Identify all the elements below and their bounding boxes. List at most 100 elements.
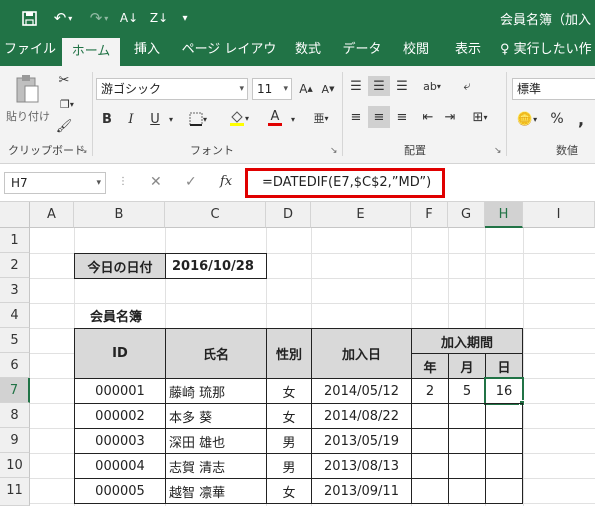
tab-view[interactable]: 表示 [446,36,490,66]
undo-icon[interactable]: ↶ ▾ [48,6,78,30]
member-gender-cell[interactable]: 女 [266,478,312,504]
member-name-cell[interactable]: 藤崎 琉那 [165,378,267,404]
member-years-cell[interactable] [411,403,449,429]
number-format-combo[interactable]: 標準 [512,78,595,100]
underline-dropdown-icon[interactable]: ▾ [166,108,176,130]
tab-page-layout[interactable]: ページ レイアウト [176,36,282,85]
align-center-icon[interactable]: ≡ [368,106,390,128]
row-header[interactable]: 5 [0,328,30,353]
member-join-date-cell[interactable]: 2013/08/13 [311,453,412,479]
row-header[interactable]: 10 [0,453,30,478]
member-months-cell[interactable]: 5 [448,378,486,404]
grow-font-icon[interactable]: A ▲ [296,78,316,100]
clipboard-launcher-icon[interactable]: ↘ [80,146,88,156]
row-header[interactable]: 2 [0,253,30,278]
member-id-cell[interactable]: 000001 [74,378,166,404]
column-header-selected[interactable]: H [485,202,523,228]
row-header[interactable]: 3 [0,278,30,303]
name-box[interactable]: H7 ▾ [4,172,106,194]
comma-style-button[interactable]: , [572,108,590,130]
enter-icon[interactable]: ✓ [185,174,197,190]
wrap-text-icon[interactable]: ⤶ [456,76,478,96]
member-years-cell[interactable] [411,478,449,504]
paste-icon[interactable] [8,72,46,106]
header-join-date-cell[interactable]: 加入日 [311,328,412,379]
font-launcher-icon[interactable]: ↘ [330,146,338,156]
align-right-icon[interactable]: ≡ [392,106,412,128]
worksheet-grid[interactable]: A B C D E F G H I 1 2 3 4 5 6 7 8 9 10 1… [0,202,595,506]
copy-icon[interactable]: ❐ ▾ [54,94,80,114]
insert-function-icon[interactable]: fx [220,174,232,189]
member-months-cell[interactable] [448,478,486,504]
member-id-cell[interactable]: 000003 [74,428,166,454]
member-days-cell[interactable] [485,428,523,454]
member-name-cell[interactable]: 深田 雄也 [165,428,267,454]
select-all-button[interactable] [0,202,30,228]
today-label-cell[interactable]: 今日の日付 [74,253,166,279]
row-header[interactable]: 11 [0,478,30,506]
format-painter-icon[interactable]: 🖌 [54,116,74,136]
row-header[interactable]: 9 [0,428,30,453]
column-header[interactable]: C [165,202,266,228]
member-name-cell[interactable]: 本多 葵 [165,403,267,429]
member-join-date-cell[interactable]: 2013/09/11 [311,478,412,504]
sort-descending-icon[interactable]: Z↓ [148,6,170,30]
member-days-cell[interactable] [485,478,523,504]
header-month-cell[interactable]: 月 [448,353,486,379]
align-bottom-icon[interactable]: ☰ [392,76,412,96]
alignment-launcher-icon[interactable]: ↘ [494,146,502,156]
member-join-date-cell[interactable]: 2013/05/19 [311,428,412,454]
font-name-combo[interactable]: 游ゴシック ▾ [96,78,248,100]
save-icon[interactable] [18,6,40,30]
merge-center-icon[interactable]: ⊞ ▾ [466,106,494,128]
column-header[interactable]: E [311,202,411,228]
italic-button[interactable]: I [122,108,140,130]
header-period-cell[interactable]: 加入期間 [411,328,523,354]
member-days-cell[interactable] [485,453,523,479]
paste-label[interactable]: 貼り付け [6,108,50,124]
percent-style-button[interactable]: % [548,108,566,130]
cancel-icon[interactable]: ✕ [150,174,162,190]
header-year-cell[interactable]: 年 [411,353,449,379]
active-cell-days[interactable]: 16 [484,377,524,405]
font-size-combo[interactable]: 11 ▾ [252,78,292,100]
row-header[interactable]: 6 [0,353,30,378]
member-id-cell[interactable]: 000004 [74,453,166,479]
member-years-cell[interactable] [411,428,449,454]
customize-qat-icon[interactable]: ▾ [178,6,192,30]
align-left-icon[interactable]: ≡ [346,106,366,128]
today-value-cell[interactable]: 2016/10/28 [165,253,267,279]
column-header[interactable]: B [74,202,165,228]
row-header[interactable]: 4 [0,303,30,328]
underline-button[interactable]: U [146,108,164,130]
font-color-dropdown-icon[interactable]: ▾ [288,108,298,130]
formula-input[interactable]: =DATEDIF(E7,$C$2,”MD”) [245,168,445,198]
row-header[interactable]: 8 [0,403,30,428]
align-top-icon[interactable]: ☰ [346,76,366,96]
column-header[interactable]: G [448,202,485,228]
tab-insert[interactable]: 挿入 [126,36,168,66]
member-name-cell[interactable]: 志賀 清志 [165,453,267,479]
accounting-format-icon[interactable]: 🪙 ▾ [512,108,542,130]
column-header[interactable]: I [523,202,595,228]
bold-button[interactable]: B [98,108,116,130]
member-years-cell[interactable] [411,453,449,479]
tab-formulas[interactable]: 数式 [288,36,328,66]
decrease-indent-icon[interactable]: ⇤ [418,106,438,128]
font-color-icon[interactable]: A [260,106,290,130]
sort-ascending-icon[interactable]: A↓ [118,6,140,30]
column-header[interactable]: F [411,202,448,228]
member-id-cell[interactable]: 000002 [74,403,166,429]
phonetic-guide-icon[interactable]: 亜 ▾ [306,106,336,130]
member-gender-cell[interactable]: 女 [266,378,312,404]
header-day-cell[interactable]: 日 [485,353,523,379]
tab-tell-me[interactable]: ♀ 実行したい作 [500,36,595,66]
header-id-cell[interactable]: ID [74,328,166,379]
member-id-cell[interactable]: 000005 [74,478,166,504]
member-months-cell[interactable] [448,453,486,479]
shrink-font-icon[interactable]: A ▼ [318,78,338,100]
borders-icon[interactable]: ▾ [184,108,212,130]
row-header[interactable]: 1 [0,228,30,253]
tab-home[interactable]: ホーム [62,38,120,66]
cut-icon[interactable]: ✂ [54,70,74,90]
